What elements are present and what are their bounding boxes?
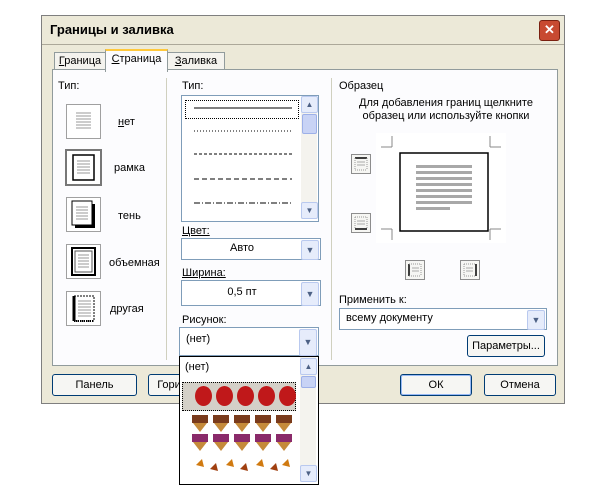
tab-page-label: траница bbox=[119, 53, 162, 65]
left-border-icon bbox=[408, 263, 422, 277]
bottom-border-icon bbox=[354, 216, 368, 230]
tab-page-accel: С bbox=[111, 53, 120, 65]
chevron-down-icon[interactable]: ▼ bbox=[301, 240, 319, 260]
chevron-down-icon[interactable]: ▼ bbox=[527, 310, 545, 330]
line-style-list[interactable]: ▲ ▼ bbox=[181, 95, 319, 222]
right-border-button[interactable] bbox=[460, 260, 480, 280]
chevron-up-icon: ▲ bbox=[305, 100, 314, 109]
top-border-icon bbox=[354, 157, 368, 171]
scroll-thumb[interactable] bbox=[301, 376, 316, 388]
apple-icon bbox=[216, 386, 233, 406]
line-style-scrollbar[interactable]: ▲ ▼ bbox=[301, 96, 318, 219]
top-border-button[interactable] bbox=[351, 154, 371, 174]
art-option-ice-cream[interactable] bbox=[182, 413, 294, 453]
scroll-up-button[interactable]: ▲ bbox=[300, 358, 317, 375]
scroll-down-button[interactable]: ▼ bbox=[300, 465, 317, 482]
ok-button[interactable]: ОК bbox=[400, 374, 472, 396]
toolbar-button[interactable]: Панель bbox=[52, 374, 137, 396]
art-option-none[interactable]: (нет) bbox=[182, 359, 301, 375]
autumn-leaves-icons bbox=[196, 459, 290, 471]
preview-page bbox=[381, 136, 501, 240]
setting-label: Тип: bbox=[58, 80, 80, 92]
tab-border[interactable]: Граница bbox=[54, 52, 106, 70]
color-label: Цвет: bbox=[182, 225, 210, 237]
apple-icon bbox=[258, 386, 275, 406]
width-select[interactable]: 0,5 пт ▼ bbox=[181, 280, 321, 306]
preview-area[interactable] bbox=[376, 133, 506, 243]
color-value: Авто bbox=[230, 242, 254, 254]
line-styles bbox=[194, 107, 292, 204]
tab-shading[interactable]: Заливка bbox=[167, 52, 225, 70]
cancel-button[interactable]: Отмена bbox=[484, 374, 556, 396]
3d-border-icon[interactable] bbox=[66, 244, 101, 279]
chevron-down-icon[interactable]: ▼ bbox=[299, 329, 317, 356]
right-border-icon bbox=[463, 263, 477, 277]
title-bar: Границы и заливка ✕ bbox=[42, 16, 564, 45]
ice-cream-icons bbox=[192, 415, 292, 451]
setting-shadow-label[interactable]: тень bbox=[118, 210, 141, 222]
box-border-icon[interactable] bbox=[65, 149, 102, 186]
scroll-up-button[interactable]: ▲ bbox=[301, 96, 318, 113]
bottom-border-button[interactable] bbox=[351, 213, 371, 233]
tab-border-label: раница bbox=[64, 55, 102, 67]
art-dropdown-scrollbar[interactable]: ▲ ▼ bbox=[300, 357, 317, 482]
chevron-down-icon: ▼ bbox=[304, 469, 313, 478]
preview-label: Образец bbox=[339, 80, 384, 92]
art-option-apples[interactable] bbox=[182, 382, 296, 411]
shadow-border-icon[interactable] bbox=[66, 197, 101, 232]
art-label: Рисунок: bbox=[182, 314, 227, 326]
close-icon: ✕ bbox=[544, 22, 555, 37]
art-value: (нет) bbox=[186, 333, 211, 345]
left-border-button[interactable] bbox=[405, 260, 425, 280]
options-button[interactable]: Параметры... bbox=[467, 335, 545, 357]
scroll-down-button[interactable]: ▼ bbox=[301, 202, 318, 219]
scroll-thumb[interactable] bbox=[302, 114, 317, 134]
close-button[interactable]: ✕ bbox=[539, 20, 560, 41]
width-label: Ширина: bbox=[182, 267, 226, 279]
apply-to-label: Применить к: bbox=[339, 294, 407, 306]
preview-hint: Для добавления границ щелкните образец и… bbox=[359, 97, 533, 122]
setting-box-label[interactable]: рамка bbox=[114, 162, 145, 174]
separator-1 bbox=[166, 78, 167, 360]
tab-page[interactable]: Страница bbox=[105, 49, 168, 72]
dialog-title: Границы и заливка bbox=[50, 22, 174, 37]
art-option-leaves[interactable] bbox=[182, 455, 294, 475]
apply-to-select[interactable]: всему документу ▼ bbox=[339, 308, 547, 330]
no-border-icon[interactable] bbox=[66, 104, 101, 139]
setting-custom-label[interactable]: другая bbox=[110, 303, 144, 315]
apple-icon bbox=[195, 386, 212, 406]
chevron-up-icon: ▲ bbox=[304, 362, 313, 371]
width-value: 0,5 пт bbox=[227, 286, 257, 298]
chevron-down-icon: ▼ bbox=[305, 206, 314, 215]
style-label: Тип: bbox=[182, 80, 204, 92]
separator-2 bbox=[331, 78, 332, 360]
chevron-down-icon[interactable]: ▼ bbox=[301, 282, 319, 306]
apple-icon bbox=[279, 386, 296, 406]
setting-none-label[interactable]: нет bbox=[118, 116, 135, 128]
art-select[interactable]: (нет) ▼ bbox=[179, 327, 319, 356]
apple-icon bbox=[237, 386, 254, 406]
custom-border-icon[interactable] bbox=[66, 291, 101, 326]
setting-3d-label[interactable]: объемная bbox=[109, 257, 160, 269]
art-dropdown-list[interactable]: (нет) ▲ ▼ bbox=[179, 356, 319, 485]
tab-shading-label: аливка bbox=[181, 55, 218, 67]
apply-to-value: всему документу bbox=[346, 312, 433, 324]
color-select[interactable]: Авто ▼ bbox=[181, 238, 321, 260]
